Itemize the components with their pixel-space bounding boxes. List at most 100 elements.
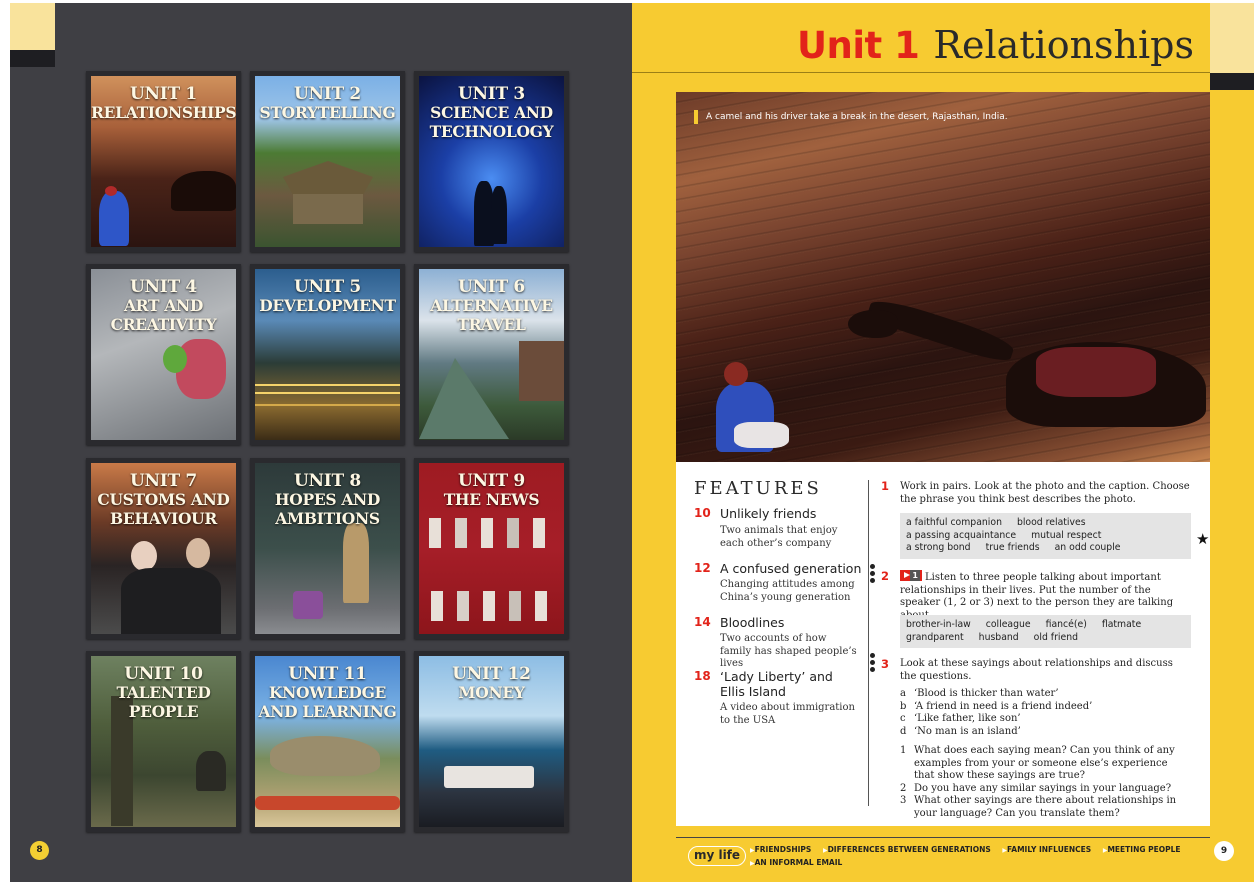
feature-description: A video about immigration to the USA: [720, 702, 855, 726]
feature-page-number: 10: [694, 506, 711, 520]
page-number: 8: [30, 841, 49, 860]
unit-tile-9[interactable]: UNIT 9 THE NEWS: [414, 458, 569, 639]
unit-title: THE NEWS: [443, 490, 540, 509]
vocab-item: flatmate: [1101, 619, 1142, 630]
feature-title: Unlikely friends: [720, 506, 817, 521]
page-tab-dark: [1210, 73, 1254, 90]
page-tab-yellow: [1210, 3, 1254, 73]
saying-text: ‘A friend in need is a friend indeed’: [914, 700, 1093, 712]
question-item: 2 Do you have any similar sayings in you…: [900, 783, 1190, 796]
vocab-item: a faithful companion: [906, 517, 1002, 528]
unit-title: MONEY: [458, 683, 525, 702]
unit-tile-4[interactable]: UNIT 4 ART AND CREATIVITY: [86, 264, 241, 445]
my-life-topic[interactable]: AN INFORMAL EMAIL: [750, 858, 842, 867]
unit-tile-5[interactable]: UNIT 5 DEVELOPMENT: [250, 264, 405, 445]
unit-number: UNIT 2: [294, 84, 361, 104]
my-life-topic[interactable]: DIFFERENCES BETWEEN GENERATIONS: [823, 845, 991, 854]
unit-opener-page: Unit 1 Relationships A camel and his driv…: [632, 3, 1254, 882]
vocab-item: a passing acquaintance: [906, 529, 1017, 541]
column-divider: [868, 480, 869, 806]
unit-title: HOPES AND AMBITIONS: [274, 490, 381, 528]
unit-title: ART AND CREATIVITY: [110, 296, 217, 334]
unit-1-image: UNIT 1 RELATIONSHIPS: [91, 76, 236, 247]
vocab-row: a strong bond true friends an odd couple: [906, 542, 1185, 555]
page-title: Unit 1 Relationships: [632, 23, 1194, 67]
question-text: What other sayings are there about relat…: [914, 795, 1177, 819]
unit-number: UNIT 7: [130, 471, 197, 491]
unit-tile-11[interactable]: UNIT 11 KNOWLEDGE AND LEARNING: [250, 651, 405, 832]
activity-text: Listen to three people talking about imp…: [900, 572, 1174, 621]
question-item: 3 What other sayings are there about rel…: [900, 795, 1190, 820]
activity-number: 3: [881, 657, 890, 671]
vocab-item: grandparent: [906, 631, 964, 643]
vocab-item: brother-in-law: [906, 619, 971, 630]
my-life-badge: my life: [688, 846, 746, 866]
page-tab-dark: [10, 50, 55, 67]
unit-tile-6[interactable]: UNIT 6 ALTERNATIVE TRAVEL: [414, 264, 569, 445]
video-play-icon[interactable]: 1: [900, 570, 922, 581]
unit-name: Relationships: [933, 23, 1194, 67]
question-text: What does each saying mean? Can you thin…: [914, 745, 1175, 781]
unit-tile-12[interactable]: UNIT 12 MONEY: [414, 651, 569, 832]
unit-number: UNIT 5: [294, 277, 361, 297]
item-label: 2: [900, 782, 907, 794]
question-item: 1 What does each saying mean? Can you th…: [900, 745, 1190, 783]
unit-11-image: UNIT 11 KNOWLEDGE AND LEARNING: [255, 656, 400, 827]
track-number: 1: [910, 570, 920, 581]
features-heading: FEATURES: [694, 478, 822, 499]
unit-tile-10[interactable]: UNIT 10 TALENTED PEOPLE: [86, 651, 241, 832]
saying-item: c ‘Like father, like son’: [900, 713, 1190, 726]
item-label: a: [900, 688, 906, 699]
vocab-item: colleague: [985, 619, 1031, 630]
item-label: b: [900, 700, 907, 712]
saying-text: ‘No man is an island’: [914, 725, 1021, 737]
item-label: 1: [900, 745, 907, 756]
saying-item: d ‘No man is an island’: [900, 726, 1190, 739]
unit-title: CUSTOMS AND BEHAVIOUR: [97, 490, 230, 528]
vocab-box: a faithful companion blood relatives a p…: [900, 513, 1191, 560]
feature-page-number: 18: [694, 669, 711, 683]
activities-column: 1 Work in pairs. Look at the photo and t…: [870, 462, 1201, 826]
unit-5-image: UNIT 5 DEVELOPMENT: [255, 269, 400, 440]
unit-4-image: UNIT 4 ART AND CREATIVITY: [91, 269, 236, 440]
unit-number: UNIT 4: [130, 277, 197, 297]
unit-number: Unit 1: [796, 24, 920, 67]
feature-page-number: 12: [694, 561, 711, 575]
saying-item: b ‘A friend in need is a friend indeed’: [900, 701, 1190, 714]
speaking-dots-icon: [870, 564, 876, 585]
unit-tile-2[interactable]: UNIT 2 STORYTELLING: [250, 71, 405, 252]
opener-photo: A camel and his driver take a break in t…: [676, 92, 1210, 462]
unit-title: RELATIONSHIPS: [91, 103, 236, 122]
unit-title: SCIENCE AND TECHNOLOGY: [429, 103, 554, 141]
features-column: FEATURES 10 Unlikely friends Two animals…: [676, 462, 869, 826]
star-icon: ★: [1196, 530, 1210, 548]
my-life-topic[interactable]: FRIENDSHIPS: [750, 845, 811, 854]
sayings-list: a ‘Blood is thicker than water’ b ‘A fri…: [900, 688, 1190, 738]
unit-tile-3[interactable]: UNIT 3 SCIENCE AND TECHNOLOGY: [414, 71, 569, 252]
feature-page-number: 14: [694, 615, 711, 629]
my-life-topic[interactable]: MEETING PEOPLE: [1103, 845, 1181, 854]
page-number: 9: [1214, 841, 1234, 861]
my-life-topic[interactable]: FAMILY INFLUENCES: [1002, 845, 1091, 854]
feature-title: Bloodlines: [720, 615, 785, 630]
unit-number: UNIT 12: [452, 664, 531, 684]
unit-7-image: UNIT 7 CUSTOMS AND BEHAVIOUR: [91, 463, 236, 634]
vocab-item: an odd couple: [1054, 542, 1121, 554]
vocab-row: a passing acquaintance mutual respect: [906, 530, 1185, 543]
vocab-item: fiancé(e): [1045, 619, 1087, 630]
vocab-row: a faithful companion blood relatives: [906, 517, 1185, 530]
questions-list: 1 What does each saying mean? Can you th…: [900, 745, 1190, 820]
contents-page: UNIT 1 RELATIONSHIPS UNIT 2 STORYTELLING…: [10, 3, 632, 882]
unit-number: UNIT 10: [124, 664, 203, 684]
unit-title: DEVELOPMENT: [259, 296, 396, 315]
unit-12-image: UNIT 12 MONEY: [419, 656, 564, 827]
unit-tile-1[interactable]: UNIT 1 RELATIONSHIPS: [86, 71, 241, 252]
unit-tile-7[interactable]: UNIT 7 CUSTOMS AND BEHAVIOUR: [86, 458, 241, 639]
unit-8-image: UNIT 8 HOPES AND AMBITIONS: [255, 463, 400, 634]
activity-instructions: Look at these sayings about relationship…: [900, 658, 1173, 682]
unit-tile-8[interactable]: UNIT 8 HOPES AND AMBITIONS: [250, 458, 405, 639]
feature-description: Two animals that enjoy each other’s comp…: [720, 525, 838, 549]
speaking-dots-icon: [870, 653, 876, 674]
feature-description: Changing attitudes among China’s young g…: [720, 579, 855, 603]
vocab-item: a strong bond: [906, 542, 971, 554]
